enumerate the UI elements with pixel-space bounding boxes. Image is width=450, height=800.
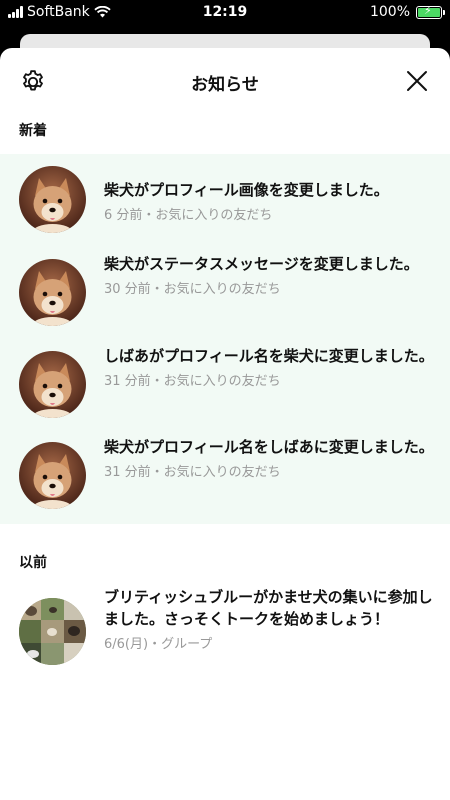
notification-text: 柴犬がステータスメッセージを変更しました。 30 分前・お気に入りの友だち [104,253,419,336]
notification-meta: 6 分前・お気に入りの友だち [104,208,273,223]
section-label-old: 以前 [19,555,47,571]
notifications-sheet: お知らせ 新着 柴犬がプロフィール画像を変更しました。 6 分前・お気に入りの友… [0,48,450,800]
notification-message: ブリティッシュブルーがかませ犬の集いに参加しました。さっそくトークを始めましょう… [104,588,433,628]
avatar [19,166,86,233]
notification-message: 柴犬がプロフィール名をしばあに変更しました。 [104,438,434,456]
notification-text: しばあがプロフィール名を柴犬に変更しました。 31 分前・お気に入りの友だち [104,345,434,427]
notification-item[interactable]: ブリティッシュブルーがかませ犬の集いに参加しました。さっそくトークを始めましょう… [0,586,450,686]
group-avatar [19,598,86,665]
battery-group: 100% ⚡ [369,4,445,20]
notification-meta: 6/6(月)・グループ [104,637,213,652]
new-notifications-list: 柴犬がプロフィール画像を変更しました。 6 分前・お気に入りの友だち 柴犬がステ… [0,154,450,524]
notification-meta: 30 分前・お気に入りの友だち [104,282,281,297]
battery-percent: 100% [369,4,410,20]
section-label-new: 新着 [19,123,47,139]
notification-message: 柴犬がプロフィール画像を変更しました。 [104,181,389,199]
notification-text: 柴犬がプロフィール画像を変更しました。 6 分前・お気に入りの友だち [104,179,389,245]
status-bar: SoftBank 12:19 100% ⚡ [0,0,450,26]
notification-item[interactable]: 柴犬がステータスメッセージを変更しました。 30 分前・お気に入りの友だち [0,245,450,336]
notification-meta: 31 分前・お気に入りの友だち [104,374,281,389]
sheet-header: お知らせ [0,48,450,114]
close-icon[interactable] [406,70,428,92]
notification-item[interactable]: 柴犬がプロフィール名をしばあに変更しました。 31 分前・お気に入りの友だち [0,427,450,524]
avatar [19,351,86,418]
battery-icon: ⚡ [416,4,445,19]
notification-text: ブリティッシュブルーがかませ犬の集いに参加しました。さっそくトークを始めましょう… [104,586,434,654]
page-title: お知らせ [191,75,259,95]
notification-message: しばあがプロフィール名を柴犬に変更しました。 [104,347,434,365]
avatar [19,442,86,509]
notification-meta: 31 分前・お気に入りの友だち [104,465,281,480]
notification-item[interactable]: 柴犬がプロフィール画像を変更しました。 6 分前・お気に入りの友だち [0,154,450,245]
notification-text: 柴犬がプロフィール名をしばあに変更しました。 31 分前・お気に入りの友だち [104,436,434,524]
notification-item[interactable]: しばあがプロフィール名を柴犬に変更しました。 31 分前・お気に入りの友だち [0,336,450,427]
notification-message: 柴犬がステータスメッセージを変更しました。 [104,255,419,273]
avatar [19,259,86,326]
